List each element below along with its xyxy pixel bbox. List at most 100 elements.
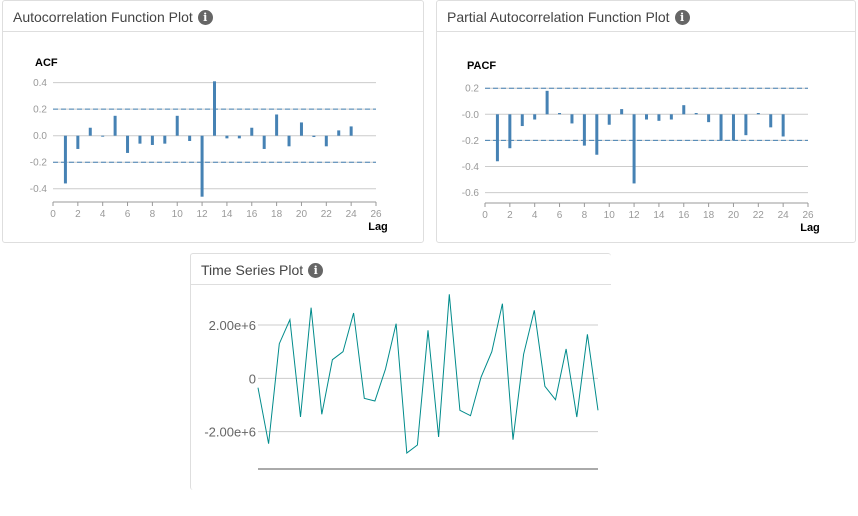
- x-tick-label: 4: [532, 210, 538, 221]
- x-tick-label: 16: [246, 209, 258, 220]
- y-tick-label: -0.6: [462, 188, 480, 199]
- bar: [645, 114, 648, 120]
- x-tick-label: 0: [50, 209, 56, 220]
- x-tick-label: 14: [221, 209, 233, 220]
- bar: [694, 113, 698, 115]
- x-tick-label: 16: [678, 210, 690, 221]
- bar: [138, 135, 142, 144]
- bar: [632, 114, 636, 184]
- y-tick-label: 2.00e+6: [209, 318, 256, 333]
- x-tick-label: 18: [271, 209, 283, 220]
- bar: [88, 127, 92, 136]
- x-tick-label: 4: [100, 209, 106, 220]
- bar: [769, 114, 773, 128]
- y-tick-label: 0.2: [465, 84, 479, 95]
- bar: [756, 113, 760, 115]
- bar: [558, 113, 562, 115]
- y-tick-label: 0.4: [33, 78, 47, 89]
- bar: [682, 105, 686, 115]
- bar: [188, 135, 192, 141]
- x-tick-label: 20: [296, 209, 308, 220]
- bar: [213, 81, 216, 136]
- y-tick-label: -0.0: [462, 110, 480, 121]
- x-tick-label: 8: [150, 209, 156, 220]
- acf-panel-header: Autocorrelation Function Plot i: [3, 1, 423, 32]
- bar: [101, 135, 105, 137]
- y-tick-label: 0.0: [33, 131, 47, 142]
- y-tick-label: -2.00e+6: [204, 425, 256, 440]
- bar: [287, 135, 291, 147]
- y-axis-title: PACF: [467, 60, 496, 72]
- bar: [113, 115, 117, 136]
- x-tick-label: 6: [557, 210, 563, 221]
- bar: [76, 135, 80, 149]
- x-tick-label: 12: [197, 209, 209, 220]
- ts-panel: Time Series Plot i -2.00e+6 0 2.00e+6: [190, 253, 611, 490]
- bar: [150, 135, 154, 145]
- info-icon[interactable]: i: [674, 10, 690, 25]
- info-icon[interactable]: i: [308, 263, 324, 278]
- bar: [200, 135, 204, 197]
- bar: [533, 114, 537, 120]
- pacf-panel-title: Partial Autocorrelation Function Plot: [447, 9, 670, 25]
- x-tick-label: 26: [370, 209, 382, 220]
- info-icon[interactable]: i: [197, 10, 213, 25]
- bar: [719, 114, 723, 141]
- bar: [349, 126, 353, 136]
- acf-panel: Autocorrelation Function Plot i ACF -0.4 -0…: [2, 0, 424, 243]
- bar: [250, 127, 254, 136]
- x-tick-label: 24: [778, 210, 790, 221]
- ts-panel-header: Time Series Plot i: [191, 254, 611, 285]
- bar: [126, 135, 130, 153]
- bar: [312, 135, 316, 138]
- bar: [595, 114, 599, 155]
- y-tick-label: -0.2: [30, 158, 48, 169]
- bar: [607, 114, 611, 125]
- bar: [744, 114, 748, 136]
- x-tick-label: 2: [75, 209, 81, 220]
- bar: [545, 90, 549, 115]
- x-tick-label: 6: [125, 209, 131, 220]
- bar: [707, 114, 711, 123]
- bar: [508, 114, 512, 149]
- bar: [63, 135, 67, 184]
- bar: [275, 114, 279, 136]
- y-axis-title: ACF: [35, 57, 58, 69]
- bar: [495, 114, 499, 162]
- bar: [669, 114, 673, 120]
- bar: [175, 115, 179, 136]
- bar: [324, 135, 328, 147]
- x-tick-label: 12: [629, 210, 641, 221]
- bar: [337, 130, 341, 136]
- bar: [582, 114, 586, 146]
- x-tick-label: 2: [507, 210, 513, 221]
- pacf-panel: Partial Autocorrelation Function Plot i P…: [436, 0, 856, 243]
- x-tick-label: 10: [604, 210, 616, 221]
- y-tick-label: -0.2: [462, 136, 480, 147]
- pacf-panel-header: Partial Autocorrelation Function Plot i: [437, 1, 855, 32]
- x-tick-label: 22: [321, 209, 333, 220]
- bar: [731, 114, 735, 141]
- y-tick-label: 0: [249, 371, 256, 386]
- x-tick-label: 26: [802, 210, 814, 221]
- acf-chart: ACF-0.4-0.20.00.20.40 2 4 6 8 10 12 14 16 18 20 22 2…: [30, 57, 388, 233]
- series-line: [257, 294, 599, 454]
- bar: [570, 114, 574, 124]
- x-tick-label: 10: [172, 209, 184, 220]
- bar: [657, 114, 661, 121]
- bar: [520, 114, 524, 127]
- x-tick-label: 8: [582, 210, 588, 221]
- bar: [225, 135, 229, 139]
- bar: [237, 135, 241, 139]
- bar: [781, 114, 785, 137]
- y-tick-label: -0.4: [462, 162, 480, 173]
- bar: [163, 135, 167, 144]
- bar: [262, 135, 266, 149]
- x-tick-label: 20: [728, 210, 740, 221]
- bar: [299, 122, 303, 136]
- x-tick-label: 18: [703, 210, 715, 221]
- x-tick-label: 24: [346, 209, 358, 220]
- x-axis-title: Lag: [368, 221, 388, 233]
- x-tick-label: 0: [482, 210, 488, 221]
- y-tick-label: 0.2: [33, 105, 47, 116]
